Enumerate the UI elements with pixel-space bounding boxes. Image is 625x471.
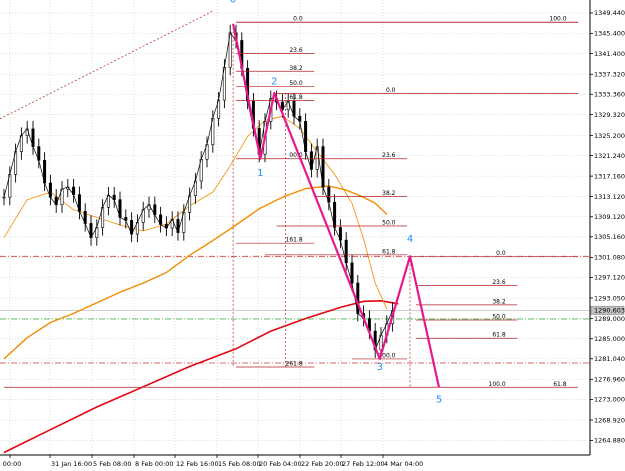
y-tick-label: 1329.320 [594,111,625,119]
y-tick-label: 1333.360 [594,91,625,99]
fib-level-label: 38.2 [289,65,303,72]
fib-level-label: 161.8 [286,237,303,244]
fib-level-label: 100.0 [549,16,566,23]
price-candle-body [2,196,6,199]
current-price-tag: 1290.603 [590,305,625,315]
x-tick-label: 31 Jan 16:00 [51,460,92,468]
fib-level-label: 0.0 [293,16,303,23]
x-tick-label: 20 Feb 04:00 [259,460,302,468]
wave-label: 4 [407,234,413,245]
y-tick-label: 1341.400 [594,50,625,58]
fib-level-label: 261.8 [286,361,303,368]
fib-level-label: 50.0 [492,314,506,321]
current-price-value: 1290.603 [594,307,625,315]
fib-level-label: 61.8 [382,248,396,255]
x-tick-label: 12 Feb 16:00 [176,460,219,468]
wave-label: 0 [230,0,236,6]
y-tick-label: 1325.200 [594,132,625,140]
x-tick-label: 5 Feb 08:00 [93,460,132,468]
y-tick-label: 1337.320 [594,71,625,79]
y-tick-label: 1313.120 [594,193,625,201]
price-chart[interactable]: 0.0 100.0 23.6 38.2 50.0 0.0 61.8 0 0.0 23.6 38.2 5… [0,0,625,471]
fib-level-label: 0.0 [496,250,506,257]
x-tick-label: 4 Mar 04:00 [384,460,423,468]
fib-level-label: 61.8 [553,381,567,388]
y-tick-label: 1281.040 [594,355,625,363]
fib-level-label: 50.0 [382,219,396,226]
fib-level-label: 38.2 [382,190,396,197]
chart-background [0,0,625,471]
y-tick-label: 1264.880 [594,437,625,445]
y-tick-label: 1349.440 [594,9,625,17]
fib-level-label: 23.6 [289,47,303,54]
wave-label: 3 [377,362,383,373]
wave-label: 2 [271,76,277,87]
y-tick-label: 1285.000 [594,335,625,343]
x-tick-label: 15 Feb 08:00 [218,460,261,468]
y-tick-label: 1321.240 [594,152,625,160]
y-tick-label: 1301.080 [594,254,625,262]
fib-level-label: 61.8 [289,94,303,101]
y-tick-label: 1309.120 [594,213,625,221]
fib-level-label: 50.0 [289,80,303,87]
x-tick-label: 8 Feb 00:00 [135,460,174,468]
y-tick-label: 1276.960 [594,376,625,384]
wave-label: 1 [257,168,263,179]
y-tick-label: 1297.120 [594,274,625,282]
chart-window: 0.0 100.0 23.6 38.2 50.0 0.0 61.8 0 0.0 23.6 38.2 5… [0,0,625,471]
wave-label: 5 [436,394,442,405]
fib-level-label: 23.6 [382,152,396,159]
fib-level-label: 100.0 [489,381,506,388]
fib-level-label: 38.2 [492,298,506,305]
y-tick-label: 1273.000 [594,396,625,404]
fib-level-label: 61.8 [492,332,506,339]
x-tick-label: 22 Feb 20:00 [301,460,344,468]
x-tick-label: 27 Feb 12:00 [342,460,385,468]
y-tick-label: 1345.400 [594,30,625,38]
x-tick-label: Jan 00:00 [0,460,21,468]
y-tick-label: 1317.160 [594,172,625,180]
y-tick-label: 1268.920 [594,416,625,424]
fib-level-label: 23.6 [492,279,506,286]
fib-level-label: 0.0 [386,87,396,94]
y-tick-label: 1293.050 [594,294,625,302]
y-tick-label: 1289.000 [594,315,625,323]
y-tick-label: 1305.160 [594,233,625,241]
